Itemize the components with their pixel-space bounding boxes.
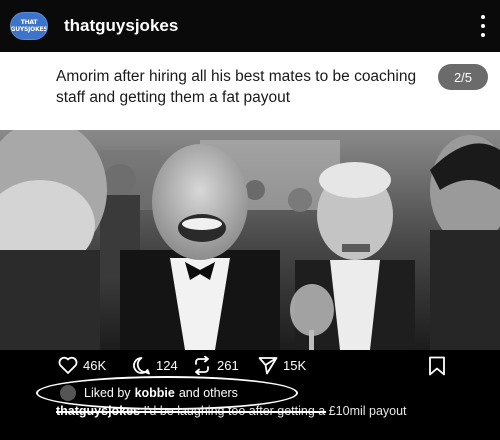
slide-caption: Amorim after hiring all his best mates t… bbox=[56, 68, 417, 106]
comment-count: 124 bbox=[156, 358, 178, 373]
share-count: 15K bbox=[283, 358, 307, 373]
share-button[interactable]: 15K bbox=[258, 356, 306, 375]
post-header: THAT GUYSJOKES thatguysjokes bbox=[0, 0, 500, 52]
photo-illustration bbox=[0, 130, 500, 350]
vertical-ellipsis-icon[interactable] bbox=[480, 15, 486, 37]
comment-button[interactable]: 124 bbox=[132, 356, 178, 375]
like-count: 46K bbox=[83, 357, 107, 373]
repost-button[interactable]: 261 bbox=[192, 356, 239, 375]
account-username[interactable]: thatguysjokes bbox=[64, 16, 178, 36]
post-photo[interactable] bbox=[0, 130, 500, 350]
bookmark-icon bbox=[429, 356, 445, 376]
slide-counter-badge: 2/5 bbox=[438, 64, 488, 90]
repost-count: 261 bbox=[217, 358, 239, 373]
liked-by-prefix: Liked by bbox=[84, 386, 131, 400]
save-button[interactable] bbox=[428, 356, 446, 376]
liked-by-row[interactable]: Liked by kobbie and others bbox=[60, 385, 238, 401]
post-slide[interactable]: Amorim after hiring all his best mates t… bbox=[0, 52, 500, 350]
strikethrough-line bbox=[56, 411, 326, 413]
action-bar: 46K 124 261 15K bbox=[0, 350, 500, 380]
avatar-text-bottom: GUYSJOKES bbox=[10, 26, 48, 33]
repost-icon bbox=[195, 356, 209, 375]
liker-avatar bbox=[60, 385, 76, 401]
comment-bubble-icon bbox=[133, 357, 150, 375]
send-icon bbox=[258, 357, 278, 375]
avatar-text-top: THAT bbox=[20, 19, 38, 26]
like-button[interactable]: 46K bbox=[58, 356, 106, 374]
liked-by-user[interactable]: kobbie bbox=[135, 386, 175, 400]
heart-icon bbox=[58, 356, 78, 374]
post-screen: THAT GUYSJOKES thatguysjokes Amorim afte… bbox=[0, 0, 500, 440]
account-avatar[interactable]: THAT GUYSJOKES bbox=[10, 12, 48, 40]
liked-by-suffix: and others bbox=[178, 386, 238, 400]
